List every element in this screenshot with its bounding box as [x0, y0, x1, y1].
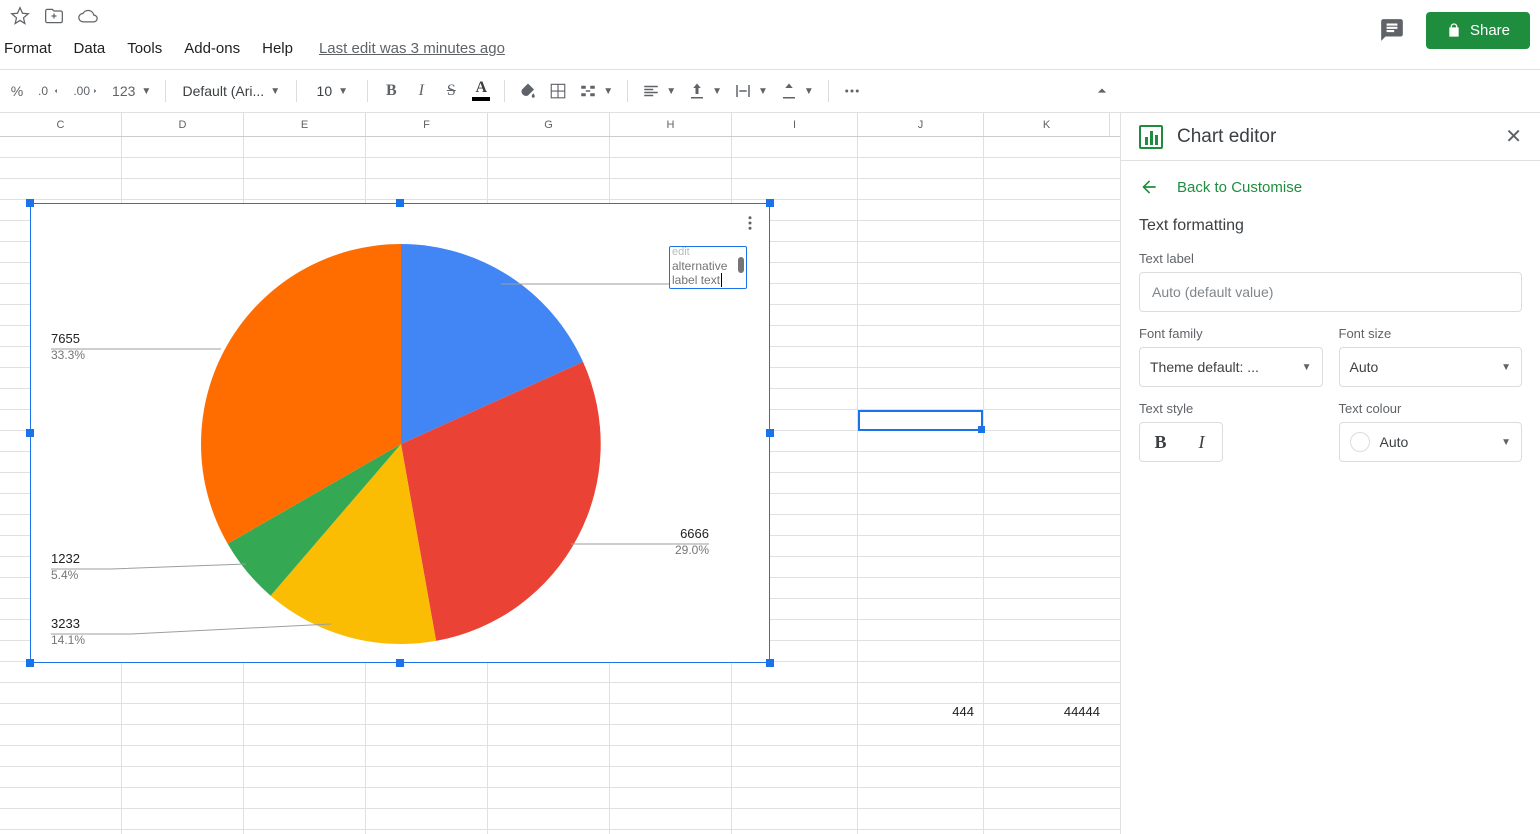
more-formats[interactable]: 123▼	[108, 77, 155, 105]
font-size-selector[interactable]: 10▼	[307, 77, 357, 105]
menu-format[interactable]: Format	[4, 40, 52, 57]
text-rotate-button[interactable]: ▼	[776, 77, 818, 105]
increase-decimal[interactable]: .00	[69, 77, 104, 105]
decrease-decimal[interactable]: .0	[34, 77, 65, 105]
format-percent[interactable]: %	[4, 77, 30, 105]
svg-text:6666: 6666	[680, 526, 709, 541]
section-text-formatting: Text formatting	[1121, 205, 1540, 241]
colh-e[interactable]: E	[244, 113, 366, 136]
share-button[interactable]: Share	[1426, 12, 1530, 49]
colh-j[interactable]: J	[858, 113, 984, 136]
close-icon[interactable]: ✕	[1505, 124, 1522, 149]
pie-label-editor[interactable]: edit alternative label text	[669, 246, 747, 289]
menu-data[interactable]: Data	[74, 40, 106, 57]
cell-k28[interactable]: 44444	[984, 704, 1104, 719]
label-text-label: Text label	[1121, 241, 1540, 272]
label-text-style: Text style	[1139, 401, 1323, 416]
svg-text:5.4%: 5.4%	[51, 568, 79, 582]
fill-handle[interactable]	[978, 426, 985, 433]
panel-title: Chart editor	[1177, 126, 1276, 148]
v-align-button[interactable]: ▼	[684, 77, 726, 105]
colh-f[interactable]: F	[366, 113, 488, 136]
colh-c[interactable]: C	[0, 113, 122, 136]
colh-g[interactable]: G	[488, 113, 610, 136]
colh-d[interactable]: D	[122, 113, 244, 136]
label-font-size: Font size	[1339, 326, 1523, 341]
pie-chart: 6666 29.0% 3233 14.1% 1232 5.4% 7655 33.…	[31, 224, 771, 664]
collapse-toolbar-icon[interactable]	[1088, 77, 1116, 105]
back-to-customise[interactable]: Back to Customise	[1121, 161, 1540, 205]
font-family-select[interactable]: Theme default: ...▼	[1139, 347, 1323, 387]
active-cell[interactable]	[858, 410, 983, 431]
menu-tools[interactable]: Tools	[127, 40, 162, 57]
panel-bold-button[interactable]: B	[1140, 423, 1181, 461]
arrow-left-icon	[1139, 177, 1159, 197]
comments-button[interactable]	[1372, 10, 1412, 50]
more-toolbar[interactable]	[839, 77, 865, 105]
text-label-input[interactable]	[1139, 272, 1522, 312]
text-wrap-button[interactable]: ▼	[730, 77, 772, 105]
svg-text:7655: 7655	[51, 331, 80, 346]
svg-text:29.0%: 29.0%	[675, 543, 709, 557]
colh-i[interactable]: I	[732, 113, 858, 136]
move-icon[interactable]	[44, 6, 64, 31]
panel-italic-button[interactable]: I	[1181, 423, 1222, 461]
text-colour-select[interactable]: Auto▼	[1339, 422, 1523, 462]
italic-button[interactable]: I	[408, 77, 434, 105]
font-size-select[interactable]: Auto▼	[1339, 347, 1523, 387]
label-text-colour: Text colour	[1339, 401, 1523, 416]
fill-color-button[interactable]	[515, 77, 541, 105]
colh-k[interactable]: K	[984, 113, 1110, 136]
last-edit-link[interactable]: Last edit was 3 minutes ago	[319, 40, 505, 57]
borders-button[interactable]	[545, 77, 571, 105]
chart-object[interactable]: 6666 29.0% 3233 14.1% 1232 5.4% 7655 33.…	[30, 203, 770, 663]
svg-text:1232: 1232	[51, 551, 80, 566]
chart-menu-icon[interactable]	[741, 214, 759, 237]
text-color-button[interactable]: A	[468, 77, 494, 105]
label-font-family: Font family	[1139, 326, 1323, 341]
colour-swatch	[1350, 432, 1370, 452]
menubar: Format Data Tools Add-ons Help Last edit…	[0, 30, 1540, 69]
chart-editor-panel: Chart editor ✕ Back to Customise Text fo…	[1120, 113, 1540, 834]
share-label: Share	[1470, 22, 1510, 39]
svg-text:33.3%: 33.3%	[51, 348, 85, 362]
font-family-selector[interactable]: Default (Ari...▼	[176, 77, 286, 105]
scrollbar-thumb[interactable]	[738, 257, 744, 273]
star-icon[interactable]	[10, 6, 30, 31]
h-align-button[interactable]: ▼	[638, 77, 680, 105]
toolbar: % .0 .00 123▼ Default (Ari...▼ 10▼ B I S…	[0, 69, 1540, 113]
cloud-status-icon[interactable]	[78, 6, 98, 31]
svg-text:3233: 3233	[51, 616, 80, 631]
lock-icon	[1446, 22, 1462, 38]
bold-button[interactable]: B	[378, 77, 404, 105]
svg-text:14.1%: 14.1%	[51, 633, 85, 647]
strikethrough-button[interactable]: S	[438, 77, 464, 105]
menu-help[interactable]: Help	[262, 40, 293, 57]
cell-j28[interactable]: 444	[858, 704, 978, 719]
colh-h[interactable]: H	[610, 113, 732, 136]
menu-addons[interactable]: Add-ons	[184, 40, 240, 57]
text-style-buttons: B I	[1139, 422, 1223, 462]
chart-editor-icon	[1139, 125, 1163, 149]
merge-button[interactable]: ▼	[575, 77, 617, 105]
